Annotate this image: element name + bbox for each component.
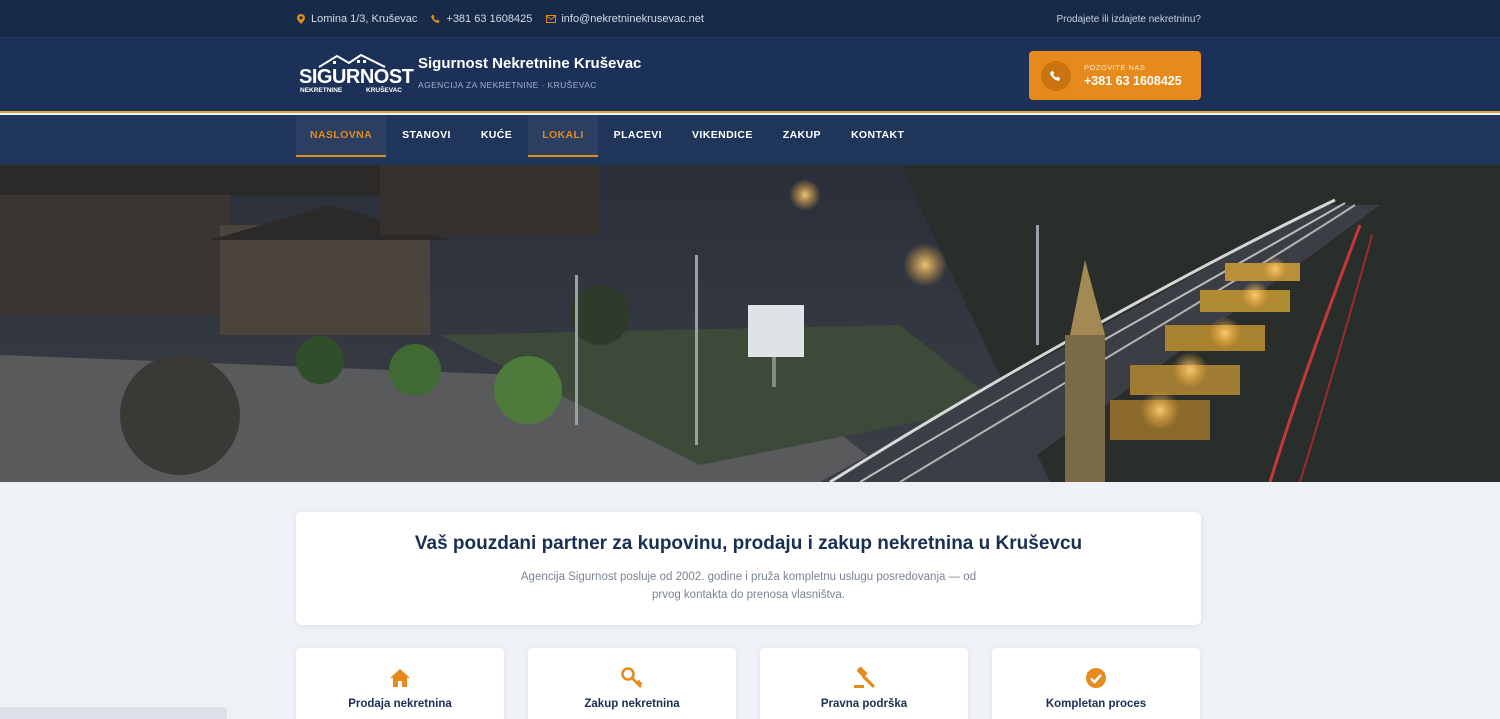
- phone-circle-icon: [1041, 60, 1071, 91]
- service-card-pravna[interactable]: Pravna podrška: [760, 648, 968, 719]
- call-us-number: +381 63 1608425: [1084, 74, 1182, 88]
- nav-item-placevi[interactable]: PLACEVI: [600, 115, 676, 157]
- email-item[interactable]: info@nekretninekrusevac.net: [546, 13, 704, 25]
- intro-text: Agencija Sigurnost posluje od 2002. godi…: [520, 571, 977, 601]
- home-icon: [390, 669, 410, 687]
- logo[interactable]: SIGURNOST NEKRETNINE KRUŠEVAC: [299, 54, 414, 98]
- gavel-icon: [854, 666, 875, 688]
- nav-item-zakup[interactable]: ZAKUP: [769, 115, 835, 157]
- service-title: Pravna podrška: [820, 698, 908, 710]
- brand-subtitle: AGENCIJA ZA NEKRETNINE · KRUŠEVAC: [418, 80, 597, 90]
- call-us-label: POZOVITE NAS: [1084, 63, 1146, 72]
- top-bar-inner: Lomina 1/3, Kruševac +381 63 1608425 inf…: [296, 0, 1201, 38]
- service-card-zakup[interactable]: Zakup nekretnina: [528, 648, 736, 719]
- hero-city-night-picture: [0, 165, 1500, 482]
- nav-item-stanovi[interactable]: STANOVI: [388, 115, 465, 157]
- envelope-icon: [546, 14, 557, 24]
- services-row: Prodaja nekretnina Zakup nekretnina Prav…: [296, 648, 1201, 719]
- address-item: Lomina 1/3, Kruševac: [296, 13, 417, 25]
- nav-items: NASLOVNA STANOVI KUĆE LOKALI PLACEVI VIK…: [296, 115, 920, 165]
- logo-tagline: NEKRETNINE KRUŠEVAC: [300, 87, 402, 94]
- service-title: Kompletan proces: [1045, 698, 1147, 710]
- nav-item-vikendice[interactable]: VIKENDICE: [678, 115, 767, 157]
- service-title: Prodaja nekretnina: [348, 698, 452, 710]
- check-circle-icon: [1086, 668, 1106, 688]
- intro-card: Vaš pouzdani partner za kupovinu, prodaj…: [296, 512, 1201, 625]
- main-nav: NASLOVNA STANOVI KUĆE LOKALI PLACEVI VIK…: [0, 115, 1500, 165]
- nav-item-naslovna[interactable]: NASLOVNA: [296, 115, 387, 157]
- nav-item-kontakt[interactable]: KONTAKT: [837, 115, 918, 157]
- address-text: Lomina 1/3, Kruševac: [311, 13, 418, 25]
- phone-link[interactable]: +381 63 1608425: [446, 13, 532, 25]
- nav-item-kuce[interactable]: KUĆE: [467, 115, 526, 157]
- key-icon: [621, 667, 643, 688]
- intro-heading: Vaš pouzdani partner za kupovinu, prodaj…: [414, 533, 1083, 554]
- browser-status-bar: [0, 707, 227, 719]
- phone-item[interactable]: +381 63 1608425: [431, 13, 532, 25]
- call-us-texts: POZOVITE NAS +381 63 1608425: [1084, 63, 1182, 88]
- phone-icon: [431, 14, 441, 24]
- logo-tagline-left: NEKRETNINE: [300, 87, 343, 94]
- sell-rent-link[interactable]: Prodajete ili izdajete nekretninu?: [1056, 14, 1201, 25]
- top-bar: Lomina 1/3, Kruševac +381 63 1608425 inf…: [0, 0, 1500, 38]
- email-link[interactable]: info@nekretninekrusevac.net: [561, 13, 704, 25]
- service-card-kompletan[interactable]: Kompletan proces: [992, 648, 1200, 719]
- hero-image: [0, 165, 1500, 482]
- brand-title[interactable]: Sigurnost Nekretnine Kruševac: [418, 55, 641, 72]
- call-us-button[interactable]: POZOVITE NAS +381 63 1608425: [1029, 51, 1201, 100]
- service-title: Zakup nekretnina: [584, 698, 680, 710]
- logo-wordmark: SIGURNOST: [299, 66, 414, 88]
- service-card-prodaja[interactable]: Prodaja nekretnina: [296, 648, 504, 719]
- nav-item-lokali[interactable]: LOKALI: [528, 115, 598, 157]
- map-pin-icon: [296, 14, 306, 24]
- logo-tagline-right: KRUŠEVAC: [366, 87, 402, 94]
- site-header: SIGURNOST NEKRETNINE KRUŠEVAC Sigurnost …: [0, 38, 1500, 113]
